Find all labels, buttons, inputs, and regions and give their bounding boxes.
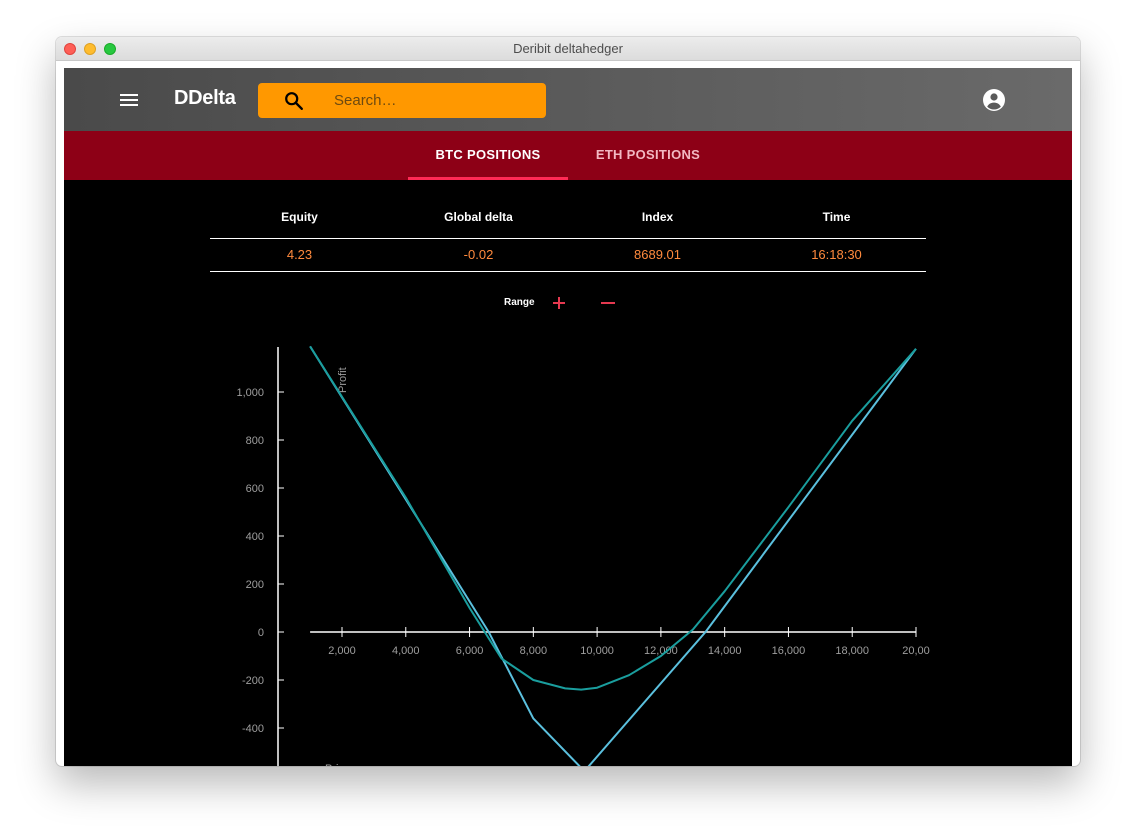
profit-series-line-1: [309, 345, 917, 766]
y-tick-label: 800: [246, 435, 264, 447]
header-global-delta: Global delta: [444, 210, 513, 224]
value-time: 16:18:30: [811, 247, 862, 262]
stats-value-row: 4.23 -0.02 8689.01 16:18:30: [210, 239, 926, 271]
window-title: Deribit deltahedger: [513, 41, 623, 56]
range-increase-icon[interactable]: [552, 296, 566, 310]
header-time: Time: [822, 210, 851, 224]
tab-eth-positions[interactable]: ETH POSITIONS: [568, 131, 728, 180]
active-tab-indicator: [408, 177, 568, 180]
range-decrease-icon[interactable]: [600, 296, 616, 310]
title-bar: Deribit deltahedger: [56, 37, 1080, 61]
menu-icon[interactable]: [120, 92, 140, 108]
y-tick-label: 600: [246, 483, 264, 495]
x-tick-label: 20,00: [902, 645, 930, 657]
profit-series-line-2: [309, 345, 917, 691]
search-bar[interactable]: [258, 83, 546, 118]
value-equity: 4.23: [286, 247, 313, 262]
search-input[interactable]: [334, 87, 534, 114]
x-tick-label: 8,000: [520, 645, 548, 657]
account-circle-icon[interactable]: [982, 88, 1006, 112]
stats-table: Equity Global delta Index Time 4.23 -0.0…: [210, 196, 926, 272]
y-tick-label: 0: [258, 627, 264, 639]
stats-header-row: Equity Global delta Index Time: [210, 196, 926, 238]
x-axis-title: Price: [325, 763, 350, 766]
y-tick-label: 400: [246, 531, 264, 543]
range-label: Range: [504, 297, 535, 308]
x-tick-label: 14,000: [708, 645, 742, 657]
app-window: Deribit deltahedger DDelta BTC POSITIO: [56, 37, 1080, 766]
x-tick-label: 6,000: [456, 645, 484, 657]
tab-btc-positions[interactable]: BTC POSITIONS: [408, 131, 568, 180]
value-global-delta: -0.02: [463, 247, 494, 262]
search-icon: [285, 92, 303, 110]
x-tick-label: 16,000: [772, 645, 806, 657]
y-tick-label: -400: [242, 723, 264, 735]
header-equity: Equity: [281, 210, 318, 224]
x-tick-label: 4,000: [392, 645, 420, 657]
x-tick-label: 10,000: [580, 645, 614, 657]
value-index: 8689.01: [634, 247, 681, 262]
y-tick-label: -200: [242, 675, 264, 687]
app-brand: DDelta: [174, 87, 236, 109]
x-tick-label: 2,000: [328, 645, 356, 657]
stats-divider: [210, 271, 926, 272]
y-axis-title: Profit: [337, 367, 349, 393]
x-tick-label: 18,000: [835, 645, 869, 657]
app-bar: DDelta: [64, 68, 1072, 131]
app-content: DDelta BTC POSITIONS ETH POSITIONS Equit: [64, 68, 1072, 766]
y-tick-label: 200: [246, 579, 264, 591]
x-tick-label: 12,000: [644, 645, 678, 657]
header-index: Index: [641, 210, 674, 224]
tab-bar: BTC POSITIONS ETH POSITIONS: [64, 131, 1072, 180]
y-tick-label: 1,000: [236, 387, 264, 399]
